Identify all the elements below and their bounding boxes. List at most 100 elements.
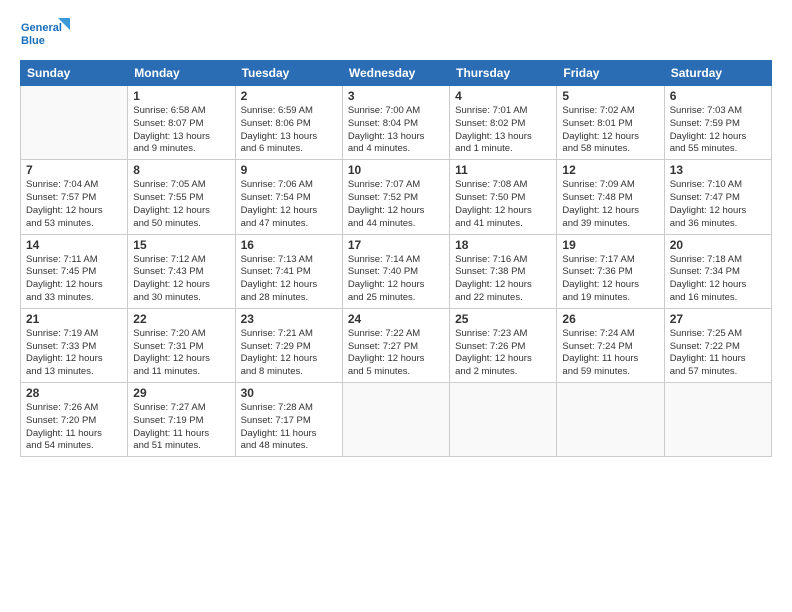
calendar-cell: 15 Sunrise: 7:12 AM Sunset: 7:43 PM Dayli… bbox=[128, 234, 235, 308]
header-tuesday: Tuesday bbox=[235, 61, 342, 86]
day-number: 6 bbox=[670, 89, 766, 103]
calendar-cell bbox=[450, 383, 557, 457]
day-number: 20 bbox=[670, 238, 766, 252]
day-number: 27 bbox=[670, 312, 766, 326]
calendar-cell bbox=[21, 86, 128, 160]
day-info: Sunrise: 7:16 AM Sunset: 7:38 PM Dayligh… bbox=[455, 254, 551, 305]
day-number: 8 bbox=[133, 163, 229, 177]
day-number: 19 bbox=[562, 238, 658, 252]
header-friday: Friday bbox=[557, 61, 664, 86]
day-number: 22 bbox=[133, 312, 229, 326]
day-info: Sunrise: 7:06 AM Sunset: 7:54 PM Dayligh… bbox=[241, 179, 337, 230]
calendar-cell: 18 Sunrise: 7:16 AM Sunset: 7:38 PM Dayli… bbox=[450, 234, 557, 308]
day-number: 3 bbox=[348, 89, 444, 103]
day-number: 12 bbox=[562, 163, 658, 177]
day-info: Sunrise: 7:09 AM Sunset: 7:48 PM Dayligh… bbox=[562, 179, 658, 230]
calendar-cell: 25 Sunrise: 7:23 AM Sunset: 7:26 PM Dayli… bbox=[450, 308, 557, 382]
day-number: 5 bbox=[562, 89, 658, 103]
calendar-cell: 16Sunrise: 7:13 AM Sunset: 7:41 PM Dayli… bbox=[235, 234, 342, 308]
page: General Blue SundayMondayTuesdayWednesda… bbox=[0, 0, 792, 612]
day-info: Sunrise: 7:19 AM Sunset: 7:33 PM Dayligh… bbox=[26, 328, 122, 379]
svg-text:General: General bbox=[21, 22, 62, 34]
calendar-cell: 11Sunrise: 7:08 AM Sunset: 7:50 PM Dayli… bbox=[450, 160, 557, 234]
calendar-cell: 2Sunrise: 6:59 AM Sunset: 8:06 PM Daylig… bbox=[235, 86, 342, 160]
day-number: 25 bbox=[455, 312, 551, 326]
day-info: Sunrise: 7:21 AM Sunset: 7:29 PM Dayligh… bbox=[241, 328, 337, 379]
day-number: 1 bbox=[133, 89, 229, 103]
day-info: Sunrise: 7:25 AM Sunset: 7:22 PM Dayligh… bbox=[670, 328, 766, 379]
day-number: 15 bbox=[133, 238, 229, 252]
header-monday: Monday bbox=[128, 61, 235, 86]
svg-text:Blue: Blue bbox=[21, 35, 45, 47]
day-info: Sunrise: 7:26 AM Sunset: 7:20 PM Dayligh… bbox=[26, 402, 122, 453]
calendar-week-4: 28 Sunrise: 7:26 AM Sunset: 7:20 PM Dayli… bbox=[21, 383, 772, 457]
header-saturday: Saturday bbox=[664, 61, 771, 86]
calendar-cell: 23 Sunrise: 7:21 AM Sunset: 7:29 PM Dayli… bbox=[235, 308, 342, 382]
day-info: Sunrise: 7:12 AM Sunset: 7:43 PM Dayligh… bbox=[133, 254, 229, 305]
logo-svg: General Blue bbox=[20, 16, 70, 52]
header-thursday: Thursday bbox=[450, 61, 557, 86]
calendar-week-1: 7 Sunrise: 7:04 AM Sunset: 7:57 PM Daylig… bbox=[21, 160, 772, 234]
logo: General Blue bbox=[20, 16, 70, 52]
day-number: 23 bbox=[241, 312, 337, 326]
day-number: 30 bbox=[241, 386, 337, 400]
calendar-cell: 22 Sunrise: 7:20 AM Sunset: 7:31 PM Dayli… bbox=[128, 308, 235, 382]
calendar-cell: 1 Sunrise: 6:58 AM Sunset: 8:07 PM Daylig… bbox=[128, 86, 235, 160]
calendar-table: SundayMondayTuesdayWednesdayThursdayFrid… bbox=[20, 60, 772, 457]
day-number: 26 bbox=[562, 312, 658, 326]
day-number: 28 bbox=[26, 386, 122, 400]
calendar-cell: 24Sunrise: 7:22 AM Sunset: 7:27 PM Dayli… bbox=[342, 308, 449, 382]
day-number: 4 bbox=[455, 89, 551, 103]
calendar-cell: 12 Sunrise: 7:09 AM Sunset: 7:48 PM Dayli… bbox=[557, 160, 664, 234]
day-number: 7 bbox=[26, 163, 122, 177]
calendar-cell: 6 Sunrise: 7:03 AM Sunset: 7:59 PM Daylig… bbox=[664, 86, 771, 160]
day-number: 21 bbox=[26, 312, 122, 326]
day-info: Sunrise: 7:18 AM Sunset: 7:34 PM Dayligh… bbox=[670, 254, 766, 305]
day-number: 29 bbox=[133, 386, 229, 400]
calendar-cell: 28 Sunrise: 7:26 AM Sunset: 7:20 PM Dayli… bbox=[21, 383, 128, 457]
day-number: 13 bbox=[670, 163, 766, 177]
day-info: Sunrise: 7:20 AM Sunset: 7:31 PM Dayligh… bbox=[133, 328, 229, 379]
day-info: Sunrise: 7:11 AM Sunset: 7:45 PM Dayligh… bbox=[26, 254, 122, 305]
calendar-cell: 19 Sunrise: 7:17 AM Sunset: 7:36 PM Dayli… bbox=[557, 234, 664, 308]
calendar-cell: 13 Sunrise: 7:10 AM Sunset: 7:47 PM Dayli… bbox=[664, 160, 771, 234]
header: General Blue bbox=[20, 16, 772, 52]
day-info: Sunrise: 7:03 AM Sunset: 7:59 PM Dayligh… bbox=[670, 105, 766, 156]
day-info: Sunrise: 7:23 AM Sunset: 7:26 PM Dayligh… bbox=[455, 328, 551, 379]
day-info: Sunrise: 6:58 AM Sunset: 8:07 PM Dayligh… bbox=[133, 105, 229, 156]
day-info: Sunrise: 7:02 AM Sunset: 8:01 PM Dayligh… bbox=[562, 105, 658, 156]
calendar-cell: 29 Sunrise: 7:27 AM Sunset: 7:19 PM Dayli… bbox=[128, 383, 235, 457]
calendar-cell bbox=[664, 383, 771, 457]
day-number: 16 bbox=[241, 238, 337, 252]
calendar-cell: 10Sunrise: 7:07 AM Sunset: 7:52 PM Dayli… bbox=[342, 160, 449, 234]
header-wednesday: Wednesday bbox=[342, 61, 449, 86]
day-info: Sunrise: 7:17 AM Sunset: 7:36 PM Dayligh… bbox=[562, 254, 658, 305]
day-info: Sunrise: 7:05 AM Sunset: 7:55 PM Dayligh… bbox=[133, 179, 229, 230]
calendar-week-2: 14 Sunrise: 7:11 AM Sunset: 7:45 PM Dayli… bbox=[21, 234, 772, 308]
calendar-cell bbox=[342, 383, 449, 457]
day-number: 14 bbox=[26, 238, 122, 252]
day-number: 24 bbox=[348, 312, 444, 326]
day-number: 9 bbox=[241, 163, 337, 177]
calendar-cell bbox=[557, 383, 664, 457]
calendar-cell: 4 Sunrise: 7:01 AM Sunset: 8:02 PM Daylig… bbox=[450, 86, 557, 160]
calendar-cell: 27 Sunrise: 7:25 AM Sunset: 7:22 PM Dayli… bbox=[664, 308, 771, 382]
day-info: Sunrise: 7:00 AM Sunset: 8:04 PM Dayligh… bbox=[348, 105, 444, 156]
day-number: 10 bbox=[348, 163, 444, 177]
calendar-week-0: 1 Sunrise: 6:58 AM Sunset: 8:07 PM Daylig… bbox=[21, 86, 772, 160]
day-number: 17 bbox=[348, 238, 444, 252]
calendar-cell: 26Sunrise: 7:24 AM Sunset: 7:24 PM Dayli… bbox=[557, 308, 664, 382]
header-sunday: Sunday bbox=[21, 61, 128, 86]
calendar-cell: 5 Sunrise: 7:02 AM Sunset: 8:01 PM Daylig… bbox=[557, 86, 664, 160]
calendar-cell: 21 Sunrise: 7:19 AM Sunset: 7:33 PM Dayli… bbox=[21, 308, 128, 382]
day-number: 18 bbox=[455, 238, 551, 252]
day-info: Sunrise: 7:04 AM Sunset: 7:57 PM Dayligh… bbox=[26, 179, 122, 230]
calendar-cell: 20 Sunrise: 7:18 AM Sunset: 7:34 PM Dayli… bbox=[664, 234, 771, 308]
day-info: Sunrise: 7:27 AM Sunset: 7:19 PM Dayligh… bbox=[133, 402, 229, 453]
day-info: Sunrise: 7:08 AM Sunset: 7:50 PM Dayligh… bbox=[455, 179, 551, 230]
day-info: Sunrise: 7:10 AM Sunset: 7:47 PM Dayligh… bbox=[670, 179, 766, 230]
calendar-cell: 7 Sunrise: 7:04 AM Sunset: 7:57 PM Daylig… bbox=[21, 160, 128, 234]
calendar-header-row: SundayMondayTuesdayWednesdayThursdayFrid… bbox=[21, 61, 772, 86]
day-info: Sunrise: 7:01 AM Sunset: 8:02 PM Dayligh… bbox=[455, 105, 551, 156]
day-info: Sunrise: 6:59 AM Sunset: 8:06 PM Dayligh… bbox=[241, 105, 337, 156]
